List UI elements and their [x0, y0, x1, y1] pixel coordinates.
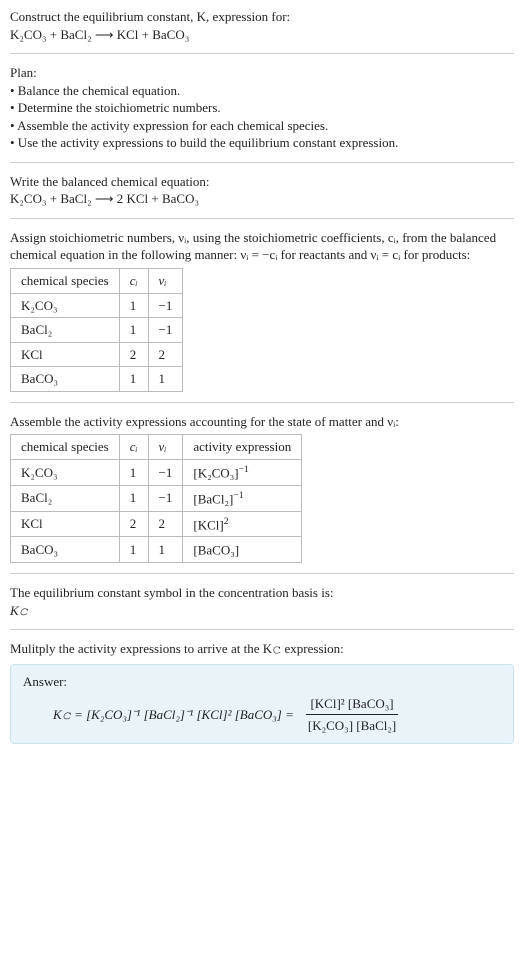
- cell-vi: −1: [148, 293, 183, 318]
- table-row: K₂CO₃ 1 −1: [11, 293, 183, 318]
- answer-fraction: [KCl]² [BaCO₃] [K₂CO₃] [BaCl₂]: [304, 695, 400, 735]
- answer-label: Answer:: [23, 673, 501, 691]
- cell-vi: 2: [148, 511, 183, 537]
- table-row: K₂CO₃ 1 −1 [K₂CO₃]−1: [11, 459, 302, 485]
- cell-ci: 1: [119, 293, 148, 318]
- divider: [10, 402, 514, 403]
- plan-item: • Balance the chemical equation.: [10, 82, 514, 100]
- col-activity: activity expression: [183, 435, 302, 460]
- plan-section: Plan: • Balance the chemical equation. •…: [10, 64, 514, 152]
- answer-equation: K𝚌 = [K₂CO₃]⁻¹ [BaCl₂]⁻¹ [KCl]² [BaCO₃] …: [23, 695, 501, 735]
- cell-ci: 2: [119, 342, 148, 367]
- cell-ci: 1: [119, 537, 148, 563]
- cell-vi: 1: [148, 537, 183, 563]
- cell-species: BaCl₂: [11, 485, 120, 511]
- cell-ci: 1: [119, 367, 148, 392]
- cell-vi: −1: [148, 485, 183, 511]
- cell-species: BaCl₂: [11, 318, 120, 343]
- plan-item: • Determine the stoichiometric numbers.: [10, 99, 514, 117]
- table-row: KCl 2 2 [KCl]2: [11, 511, 302, 537]
- cell-ci: 1: [119, 459, 148, 485]
- eq-symbol-text: The equilibrium constant symbol in the c…: [10, 584, 514, 602]
- divider: [10, 162, 514, 163]
- cell-species: KCl: [11, 511, 120, 537]
- balanced-reaction: K₂CO₃ + BaCl₂ ⟶ 2 KCl + BaCO₃: [10, 190, 514, 208]
- col-vi: νᵢ: [148, 269, 183, 294]
- col-ci: cᵢ: [119, 435, 148, 460]
- activity-text: Assemble the activity expressions accoun…: [10, 413, 514, 431]
- cell-vi: 1: [148, 367, 183, 392]
- table-header-row: chemical species cᵢ νᵢ activity expressi…: [11, 435, 302, 460]
- cell-vi: 2: [148, 342, 183, 367]
- col-ci: cᵢ: [119, 269, 148, 294]
- plan-item: • Use the activity expressions to build …: [10, 134, 514, 152]
- col-vi: νᵢ: [148, 435, 183, 460]
- balanced-section: Write the balanced chemical equation: K₂…: [10, 173, 514, 208]
- prompt-line1: Construct the equilibrium constant, K, e…: [10, 9, 290, 24]
- balanced-title: Write the balanced chemical equation:: [10, 173, 514, 191]
- cell-vi: −1: [148, 318, 183, 343]
- cell-activity: [KCl]2: [183, 511, 302, 537]
- fraction-denominator: [K₂CO₃] [BaCl₂]: [304, 715, 400, 735]
- col-species: chemical species: [11, 435, 120, 460]
- table-row: BaCl₂ 1 −1 [BaCl₂]−1: [11, 485, 302, 511]
- table-row: KCl 2 2: [11, 342, 183, 367]
- cell-activity: [BaCO₃]: [183, 537, 302, 563]
- multiply-text: Mulitply the activity expressions to arr…: [10, 640, 514, 658]
- cell-vi: −1: [148, 459, 183, 485]
- divider: [10, 53, 514, 54]
- cell-ci: 2: [119, 511, 148, 537]
- cell-activity: [BaCl₂]−1: [183, 485, 302, 511]
- stoich-text: Assign stoichiometric numbers, νᵢ, using…: [10, 229, 514, 264]
- table-row: BaCO₃ 1 1 [BaCO₃]: [11, 537, 302, 563]
- plan-item: • Assemble the activity expression for e…: [10, 117, 514, 135]
- divider: [10, 573, 514, 574]
- table-row: BaCO₃ 1 1: [11, 367, 183, 392]
- divider: [10, 629, 514, 630]
- activity-table: chemical species cᵢ νᵢ activity expressi…: [10, 434, 302, 563]
- table-row: BaCl₂ 1 −1: [11, 318, 183, 343]
- cell-species: K₂CO₃: [11, 459, 120, 485]
- unbalanced-reaction: K₂CO₃ + BaCl₂ ⟶ KCl + BaCO₃: [10, 27, 189, 42]
- question-prompt: Construct the equilibrium constant, K, e…: [10, 8, 514, 43]
- table-header-row: chemical species cᵢ νᵢ: [11, 269, 183, 294]
- answer-lhs: K𝚌 = [K₂CO₃]⁻¹ [BaCl₂]⁻¹ [KCl]² [BaCO₃] …: [53, 706, 294, 724]
- cell-species: BaCO₃: [11, 367, 120, 392]
- cell-species: KCl: [11, 342, 120, 367]
- fraction-numerator: [KCl]² [BaCO₃]: [306, 695, 397, 716]
- cell-ci: 1: [119, 318, 148, 343]
- cell-ci: 1: [119, 485, 148, 511]
- eq-symbol: K𝚌: [10, 602, 514, 620]
- cell-species: K₂CO₃: [11, 293, 120, 318]
- cell-species: BaCO₃: [11, 537, 120, 563]
- col-species: chemical species: [11, 269, 120, 294]
- divider: [10, 218, 514, 219]
- answer-box: Answer: K𝚌 = [K₂CO₃]⁻¹ [BaCl₂]⁻¹ [KCl]² …: [10, 664, 514, 744]
- cell-activity: [K₂CO₃]−1: [183, 459, 302, 485]
- stoich-table: chemical species cᵢ νᵢ K₂CO₃ 1 −1 BaCl₂ …: [10, 268, 183, 392]
- plan-title: Plan:: [10, 64, 514, 82]
